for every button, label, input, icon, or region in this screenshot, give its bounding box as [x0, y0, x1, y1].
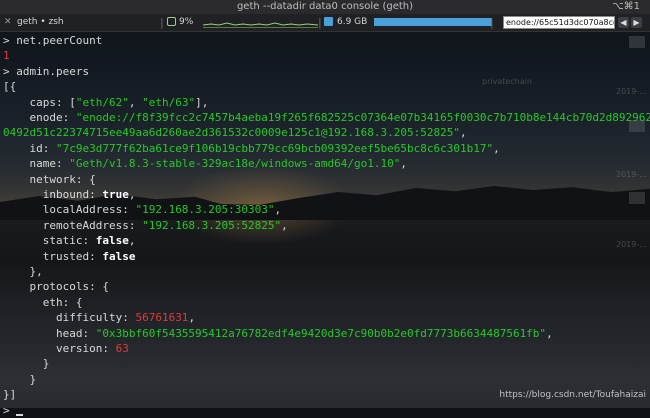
tab-label: geth • zsh: [17, 17, 64, 27]
token-key: ,: [281, 218, 288, 232]
token-key: net.peerCount: [16, 34, 103, 47]
terminal-line: enode: "enode://f8f39fcc2c7457b4aeba19f2…: [3, 110, 650, 125]
token-key: ,: [546, 326, 553, 340]
token-key: localAddress:: [3, 203, 136, 217]
memory-usage-bar: [374, 18, 492, 26]
divider: |: [490, 16, 494, 29]
token-key: ,: [459, 126, 467, 140]
token-key: }: [3, 357, 50, 371]
terminal-line: >: [3, 403, 24, 418]
terminal-line: version: 63: [3, 341, 129, 356]
find-search-input[interactable]: enode://65c51d3dc070a8cd0: [503, 16, 615, 29]
token-key: ,: [493, 141, 500, 155]
terminal-line: }: [3, 356, 50, 371]
terminal-line: },: [3, 264, 43, 279]
terminal-line: trusted: false: [3, 249, 136, 264]
terminal-line: localAddress: "192.168.3.205:30303",: [3, 202, 281, 217]
token-str: "192.168.3.205:52825": [142, 218, 282, 232]
token-key: difficulty:: [3, 311, 136, 325]
cpu-icon: [167, 17, 176, 26]
token-num: 1: [3, 49, 10, 63]
terminal-line: eth: {: [3, 295, 83, 310]
token-key: remoteAddress:: [3, 218, 143, 232]
token-key: name:: [3, 157, 70, 171]
terminal-line: > admin.peers: [3, 64, 89, 79]
token-key: version:: [3, 342, 116, 355]
token-key: }]: [3, 388, 17, 402]
token-str: "eth/63": [142, 95, 196, 109]
token-str: "192.168.3.205:30303": [135, 203, 275, 217]
terminal-line: protocols: {: [3, 279, 109, 294]
terminal-line: network: {: [3, 172, 96, 187]
terminal-line: difficulty: 56761631,: [3, 310, 195, 325]
terminal-line: > net.peerCount: [3, 33, 102, 48]
window-titlebar[interactable]: geth --datadir data0 console (geth) ⌥⌘1: [0, 0, 650, 14]
window-shortcut: ⌥⌘1: [612, 1, 640, 12]
token-key: inbound:: [3, 188, 103, 201]
token-num: 56761631: [135, 311, 189, 325]
token-key: trusted:: [3, 249, 103, 263]
find-next-button[interactable]: ▶: [631, 17, 642, 28]
token-bool: false: [95, 234, 129, 248]
token-str: "eth/62": [75, 95, 129, 109]
tab-geth-zsh[interactable]: ✕ geth • zsh: [0, 15, 160, 30]
token-str: "Geth/v1.8.3-stable-329ac18e/windows-amd…: [69, 157, 401, 171]
token-str: 0492d51c22374715ee49aa6d260ae2d361532c00…: [3, 126, 460, 140]
terminal-line: head: "0x3bbf60f5435595412a76782edf4e942…: [3, 326, 553, 341]
terminal-line: name: "Geth/v1.8.3-stable-329ac18e/windo…: [3, 156, 407, 171]
cpu-usage-label: 9%: [179, 17, 194, 27]
token-key: id:: [3, 141, 56, 155]
memory-usage-fill: [374, 18, 492, 26]
terminal-line: remoteAddress: "192.168.3.205:52825",: [3, 218, 288, 233]
token-bool: true: [102, 188, 129, 201]
terminal-line: id: "7c9e3d777f62ba61ce9f106b19cbb779cc6…: [3, 141, 500, 156]
token-num: 63: [115, 342, 129, 355]
token-key: ,: [274, 203, 282, 217]
token-bool: false: [102, 249, 136, 263]
token-key: static:: [3, 234, 96, 248]
token-key: eth: {: [3, 295, 83, 309]
token-key: enode:: [3, 111, 76, 124]
terminal-output[interactable]: > net.peerCount 1 > admin.peers[{ caps: ["…: [0, 31, 650, 417]
terminal-line: 1: [3, 48, 10, 63]
token-key: caps: [: [3, 95, 76, 109]
token-key: network: {: [3, 172, 96, 186]
terminal-line: }]: [3, 387, 16, 402]
watermark: https://blog.csdn.net/Toufahaizai: [499, 390, 646, 400]
token-key: admin.peers: [16, 64, 90, 78]
prompt-symbol: >: [3, 34, 17, 47]
close-tab-icon[interactable]: ✕: [4, 16, 13, 27]
terminal-line: static: false,: [3, 233, 136, 248]
window-title: geth --datadir data0 console (geth): [236, 1, 414, 12]
token-key: ,: [128, 188, 136, 201]
tab-status-bar: ✕ geth • zsh | 9% | 6.9 GB | enode://65c…: [0, 14, 650, 32]
token-key: ,: [400, 157, 407, 171]
token-str: "0x3bbf60f5435595412a76782edf4e9420d3e7c…: [95, 326, 547, 340]
token-key: protocols: {: [3, 280, 109, 294]
terminal-line: 0492d51c22374715ee49aa6d260ae2d361532c00…: [3, 125, 467, 140]
memory-icon: [324, 17, 333, 26]
find-previous-button[interactable]: ◀: [618, 17, 629, 28]
token-key: },: [3, 265, 43, 278]
memory-usage-label: 6.9 GB: [337, 17, 368, 27]
token-key: }: [3, 372, 37, 386]
token-str: "enode://f8f39fcc2c7457b4aeba19f265f6825…: [75, 111, 650, 124]
token-key: ],: [195, 95, 209, 109]
divider: |: [160, 16, 164, 29]
token-str: "7c9e3d777f62ba61ce9f106b19cbb779cc69bcb…: [55, 141, 494, 155]
token-key: head:: [3, 326, 96, 340]
terminal-line: [{: [3, 79, 16, 94]
terminal-line: inbound: true,: [3, 187, 136, 202]
cpu-usage-graph: [203, 22, 318, 28]
divider: |: [318, 16, 322, 29]
prompt-symbol: >: [3, 403, 17, 417]
terminal-line: }: [3, 372, 36, 387]
token-key: ,: [188, 311, 196, 325]
token-key: ,: [128, 95, 143, 109]
terminal-line: caps: ["eth/62", "eth/63"],: [3, 95, 208, 110]
token-key: [{: [3, 80, 17, 94]
text-cursor: [16, 414, 24, 416]
prompt-symbol: >: [3, 64, 17, 78]
token-key: ,: [128, 234, 136, 248]
